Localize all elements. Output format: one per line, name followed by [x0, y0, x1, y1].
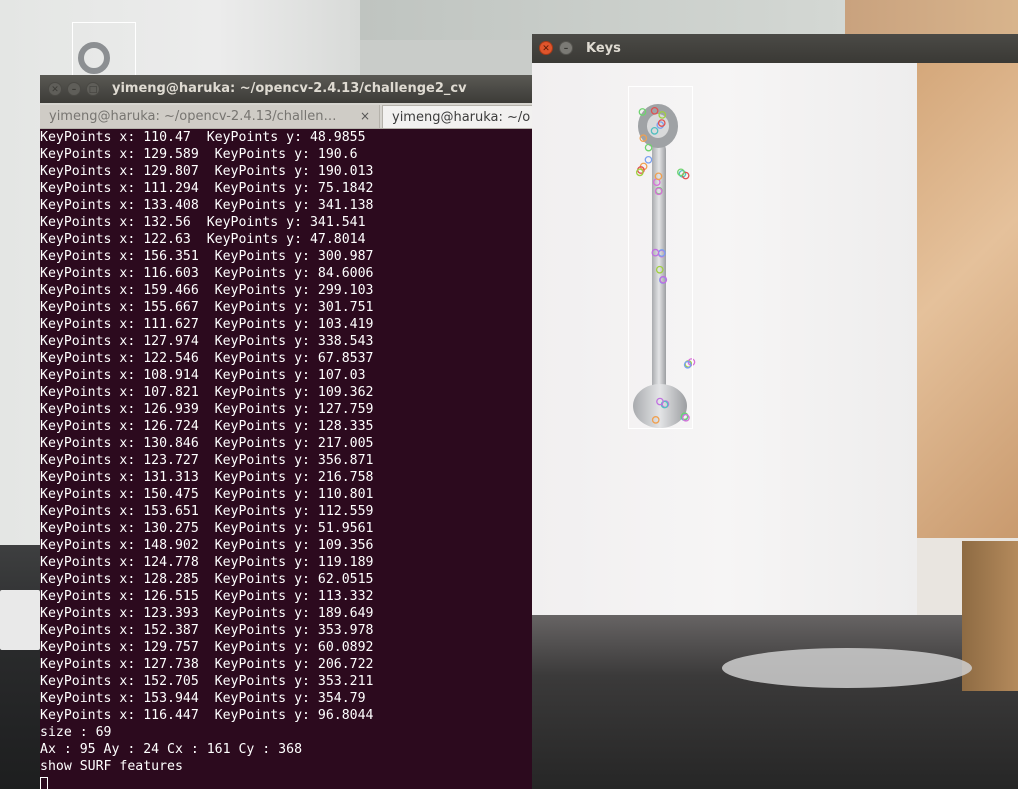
- keys-window[interactable]: ✕ – Keys: [532, 34, 1018, 789]
- terminal-line: KeyPoints x: 150.475 KeyPoints y: 110.80…: [40, 487, 374, 502]
- terminal-line: KeyPoints x: 129.807 KeyPoints y: 190.01…: [40, 164, 374, 179]
- close-tab-icon[interactable]: ×: [360, 105, 370, 128]
- terminal-line: KeyPoints x: 128.285 KeyPoints y: 62.051…: [40, 572, 374, 587]
- terminal-output[interactable]: KeyPoints x: 110.47 KeyPoints y: 48.9855…: [40, 129, 532, 789]
- key-ring-icon: [78, 42, 110, 74]
- terminal-line: KeyPoints x: 152.705 KeyPoints y: 353.21…: [40, 674, 374, 689]
- terminal-line: KeyPoints x: 126.515 KeyPoints y: 113.33…: [40, 589, 374, 604]
- tab-label: yimeng@haruka: ~/opencv-2.4.13/challen…: [49, 109, 337, 124]
- tab-terminal-1[interactable]: yimeng@haruka: ~/opencv-2.4.13/challen… …: [40, 105, 380, 128]
- terminal-line: KeyPoints x: 133.408 KeyPoints y: 341.13…: [40, 198, 374, 213]
- terminal-line: KeyPoints x: 156.351 KeyPoints y: 300.98…: [40, 249, 374, 264]
- terminal-line: KeyPoints x: 122.63 KeyPoints y: 47.8014: [40, 232, 366, 247]
- terminal-line: KeyPoints x: 159.466 KeyPoints y: 299.10…: [40, 283, 374, 298]
- minimize-icon[interactable]: –: [67, 82, 81, 96]
- terminal-line: KeyPoints x: 127.974 KeyPoints y: 338.54…: [40, 334, 374, 349]
- terminal-titlebar[interactable]: ✕ – □ yimeng@haruka: ~/opencv-2.4.13/cha…: [40, 75, 532, 103]
- terminal-line: KeyPoints x: 111.294 KeyPoints y: 75.184…: [40, 181, 374, 196]
- terminal-line: size : 69: [40, 725, 112, 740]
- terminal-line: KeyPoints x: 110.47 KeyPoints y: 48.9855: [40, 130, 366, 145]
- terminal-line: KeyPoints x: 126.939 KeyPoints y: 127.75…: [40, 402, 374, 417]
- terminal-line: KeyPoints x: 116.603 KeyPoints y: 84.600…: [40, 266, 374, 281]
- background-object: [0, 590, 40, 650]
- terminal-line: KeyPoints x: 108.914 KeyPoints y: 107.03: [40, 368, 366, 383]
- terminal-line: KeyPoints x: 153.651 KeyPoints y: 112.55…: [40, 504, 374, 519]
- terminal-line: KeyPoints x: 130.846 KeyPoints y: 217.00…: [40, 436, 374, 451]
- terminal-line: KeyPoints x: 124.778 KeyPoints y: 119.18…: [40, 555, 374, 570]
- cursor: [40, 777, 48, 789]
- terminal-prompt-line[interactable]: [40, 775, 532, 789]
- terminal-line: KeyPoints x: 130.275 KeyPoints y: 51.956…: [40, 521, 374, 536]
- terminal-line: KeyPoints x: 127.738 KeyPoints y: 206.72…: [40, 657, 374, 672]
- terminal-line: KeyPoints x: 116.447 KeyPoints y: 96.804…: [40, 708, 374, 723]
- key-object: [633, 104, 696, 428]
- keys-window-title: Keys: [586, 41, 621, 56]
- terminal-line: KeyPoints x: 132.56 KeyPoints y: 341.541: [40, 215, 366, 230]
- terminal-line: KeyPoints x: 126.724 KeyPoints y: 128.33…: [40, 419, 374, 434]
- terminal-line: KeyPoints x: 152.387 KeyPoints y: 353.97…: [40, 623, 374, 638]
- close-icon[interactable]: ✕: [539, 41, 553, 55]
- terminal-line: KeyPoints x: 123.727 KeyPoints y: 356.87…: [40, 453, 374, 468]
- terminal-line: KeyPoints x: 123.393 KeyPoints y: 189.64…: [40, 606, 374, 621]
- close-icon[interactable]: ✕: [48, 82, 62, 96]
- terminal-line: KeyPoints x: 153.944 KeyPoints y: 354.79: [40, 691, 366, 706]
- terminal-line: show SURF features: [40, 759, 183, 774]
- tab-label: yimeng@haruka: ~/o: [392, 110, 531, 125]
- camera-image: [532, 63, 1018, 789]
- terminal-line: KeyPoints x: 122.546 KeyPoints y: 67.853…: [40, 351, 374, 366]
- terminal-line: KeyPoints x: 131.313 KeyPoints y: 216.75…: [40, 470, 374, 485]
- tab-terminal-2[interactable]: yimeng@haruka: ~/o: [382, 105, 532, 128]
- maximize-icon[interactable]: □: [86, 82, 100, 96]
- terminal-line: KeyPoints x: 111.627 KeyPoints y: 103.41…: [40, 317, 374, 332]
- terminal-window[interactable]: ✕ – □ yimeng@haruka: ~/opencv-2.4.13/cha…: [40, 75, 532, 789]
- keys-titlebar[interactable]: ✕ – Keys: [532, 34, 1018, 63]
- terminal-line: KeyPoints x: 148.902 KeyPoints y: 109.35…: [40, 538, 374, 553]
- terminal-title: yimeng@haruka: ~/opencv-2.4.13/challenge…: [112, 81, 467, 96]
- minimize-icon[interactable]: –: [559, 41, 573, 55]
- terminal-line: Ax : 95 Ay : 24 Cx : 161 Cy : 368: [40, 742, 303, 757]
- terminal-line: KeyPoints x: 129.589 KeyPoints y: 190.6: [40, 147, 358, 162]
- terminal-line: KeyPoints x: 107.821 KeyPoints y: 109.36…: [40, 385, 374, 400]
- terminal-line: KeyPoints x: 129.757 KeyPoints y: 60.089…: [40, 640, 374, 655]
- detection-bounding-box: [628, 86, 693, 429]
- terminal-tab-bar: yimeng@haruka: ~/opencv-2.4.13/challen… …: [40, 103, 532, 129]
- terminal-line: KeyPoints x: 155.667 KeyPoints y: 301.75…: [40, 300, 374, 315]
